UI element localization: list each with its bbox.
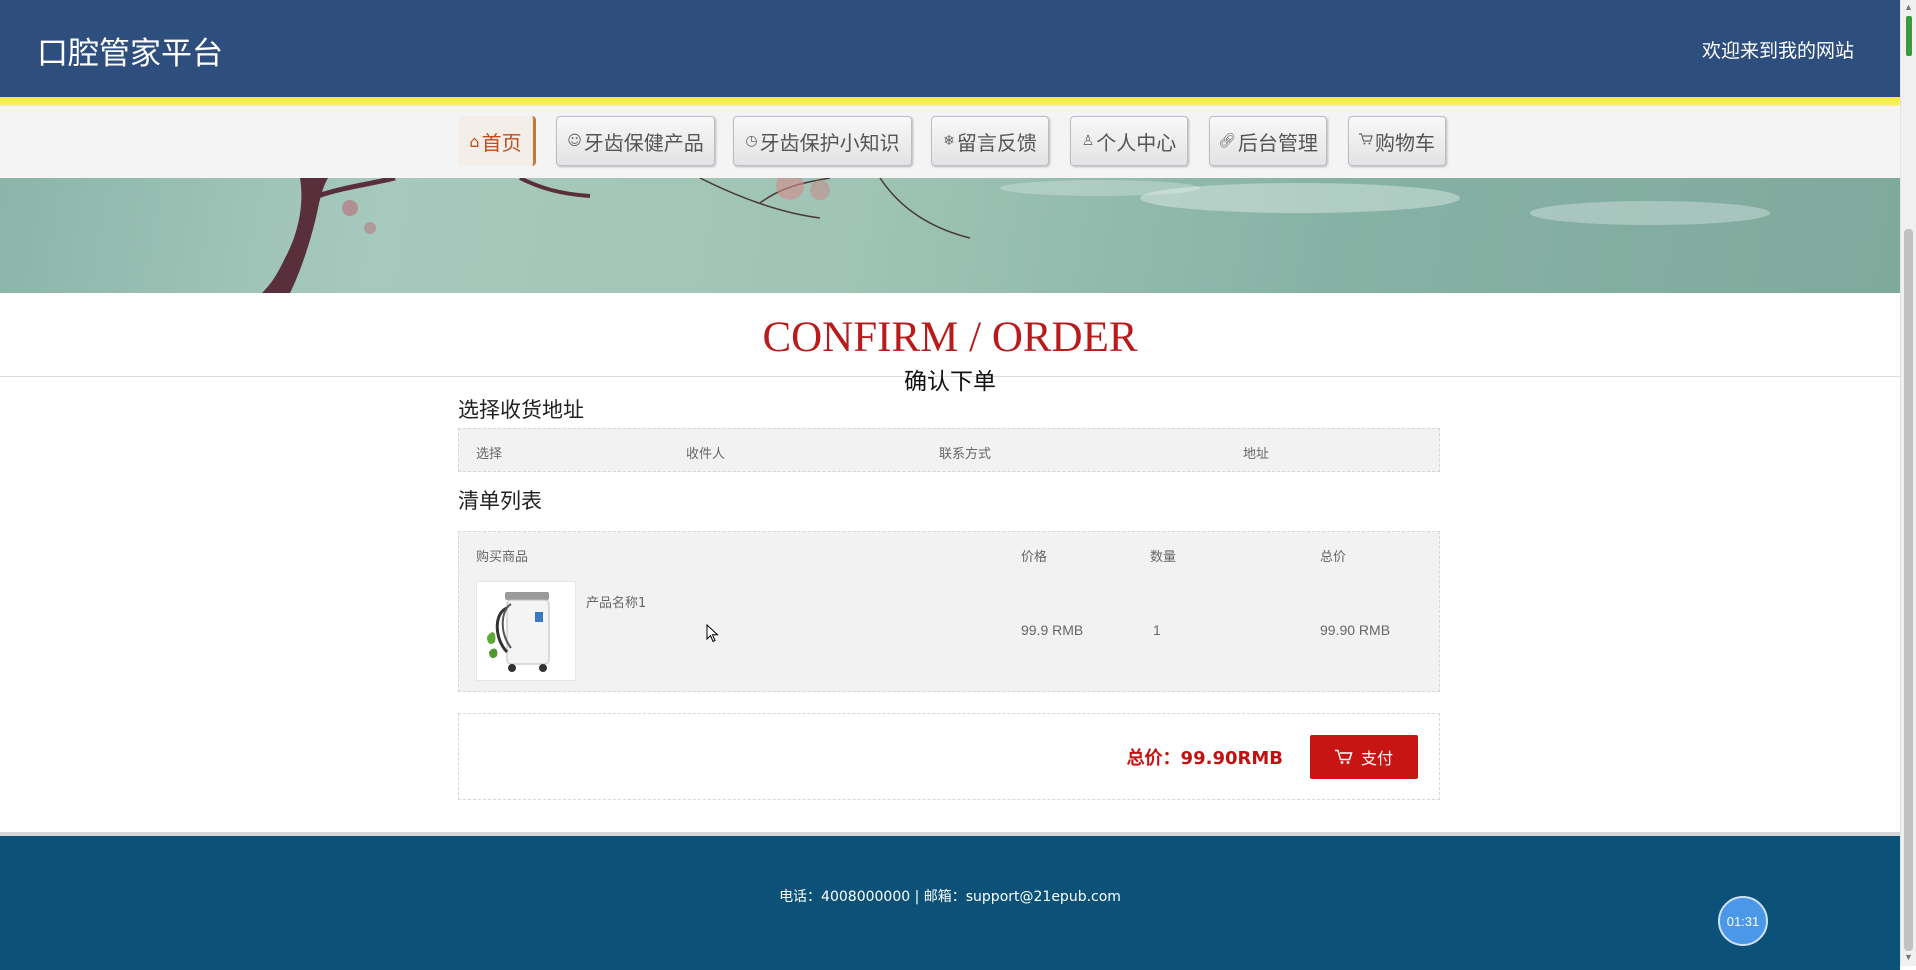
banner-image bbox=[0, 178, 1900, 293]
nav-item-products[interactable]: ☺ 牙齿保健产品 bbox=[556, 116, 715, 166]
nav-item-cart[interactable]: 购物车 bbox=[1348, 116, 1446, 166]
scroll-thumb[interactable] bbox=[1904, 229, 1913, 951]
mouse-cursor-icon bbox=[706, 623, 720, 649]
item-price: 99.9 RMB bbox=[1021, 622, 1084, 638]
address-section-title: 选择收货地址 bbox=[458, 398, 584, 422]
nav-item-knowledge[interactable]: ◷ 牙齿保护小知识 bbox=[733, 116, 912, 166]
list-section-title: 清单列表 bbox=[458, 489, 542, 513]
item-subtotal: 99.90 RMB bbox=[1320, 622, 1391, 638]
nav-item-label: 留言反馈 bbox=[956, 130, 1037, 155]
timer-badge[interactable]: 01:31 bbox=[1718, 896, 1768, 946]
clock-icon: ◷ bbox=[745, 133, 758, 149]
footer: 电话：4008000000 | 邮箱：support@21epub.com bbox=[0, 832, 1900, 970]
scroll-up-icon[interactable]: ▲ bbox=[1904, 2, 1913, 12]
main-nav: ⌂ 首页 ☺ 牙齿保健产品 ◷ 牙齿保护小知识 ❄ 留言反馈 ♙ 个人中心 🔗︎… bbox=[0, 106, 1900, 178]
order-items-table: 购买商品 价格 数量 总价 产品名称1 99.9 RMB 1 99.90 RMB bbox=[458, 531, 1440, 692]
home-icon: ⌂ bbox=[469, 131, 480, 151]
page-title-en: CONFIRM / ORDER bbox=[762, 314, 1138, 361]
total-price: 总价：99.90RMB bbox=[1126, 748, 1283, 769]
nav-item-profile[interactable]: ♙ 个人中心 bbox=[1070, 116, 1188, 166]
nav-item-home[interactable]: ⌂ 首页 bbox=[458, 116, 536, 166]
footer-contact: 电话：4008000000 | 邮箱：support@21epub.com bbox=[779, 889, 1121, 905]
nav-item-label: 牙齿保健产品 bbox=[583, 130, 704, 155]
smile-icon: ☺ bbox=[567, 133, 582, 149]
link-icon: 🔗︎ bbox=[1218, 133, 1236, 149]
column-header: 购买商品 bbox=[476, 550, 529, 565]
column-header: 联系方式 bbox=[939, 447, 992, 462]
scroll-down-icon[interactable]: ▼ bbox=[1904, 952, 1913, 962]
column-header: 价格 bbox=[1021, 550, 1048, 565]
header-stripe bbox=[0, 97, 1900, 106]
column-header: 地址 bbox=[1243, 447, 1270, 462]
nav-item-label: 购物车 bbox=[1375, 130, 1435, 155]
column-header: 收件人 bbox=[686, 447, 726, 462]
page-title-cn: 确认下单 bbox=[904, 369, 996, 395]
user-icon: ♙ bbox=[1081, 133, 1095, 149]
pay-button-label: 支付 bbox=[1360, 749, 1393, 768]
cart-icon bbox=[1334, 749, 1353, 764]
nav-item-label: 首页 bbox=[481, 130, 522, 155]
column-header: 选择 bbox=[476, 447, 503, 462]
order-summary: 总价：99.90RMB 支付 bbox=[458, 713, 1440, 800]
product-image[interactable] bbox=[476, 581, 576, 681]
nav-item-label: 后台管理 bbox=[1237, 130, 1318, 155]
product-name[interactable]: 产品名称1 bbox=[586, 592, 646, 611]
item-quantity: 1 bbox=[1153, 622, 1161, 638]
header-bar: 口腔管家平台 欢迎来到我的网站 bbox=[0, 0, 1900, 97]
column-header: 数量 bbox=[1150, 550, 1177, 565]
column-header: 总价 bbox=[1320, 550, 1347, 565]
vertical-scrollbar[interactable]: ▲ ▼ bbox=[1900, 0, 1916, 966]
welcome-text: 欢迎来到我的网站 bbox=[1701, 40, 1854, 62]
address-table: 选择 收件人 联系方式 地址 bbox=[458, 428, 1440, 472]
nav-item-label: 牙齿保护小知识 bbox=[759, 130, 900, 155]
pay-button[interactable]: 支付 bbox=[1310, 735, 1418, 779]
nav-item-feedback[interactable]: ❄ 留言反馈 bbox=[931, 116, 1049, 166]
snowflake-icon: ❄ bbox=[943, 133, 955, 149]
nav-item-label: 个人中心 bbox=[1096, 130, 1177, 155]
cart-icon bbox=[1359, 133, 1373, 149]
nav-item-admin[interactable]: 🔗︎ 后台管理 bbox=[1209, 116, 1327, 166]
site-title: 口腔管家平台 bbox=[37, 36, 223, 72]
scroll-marker bbox=[1906, 16, 1912, 56]
